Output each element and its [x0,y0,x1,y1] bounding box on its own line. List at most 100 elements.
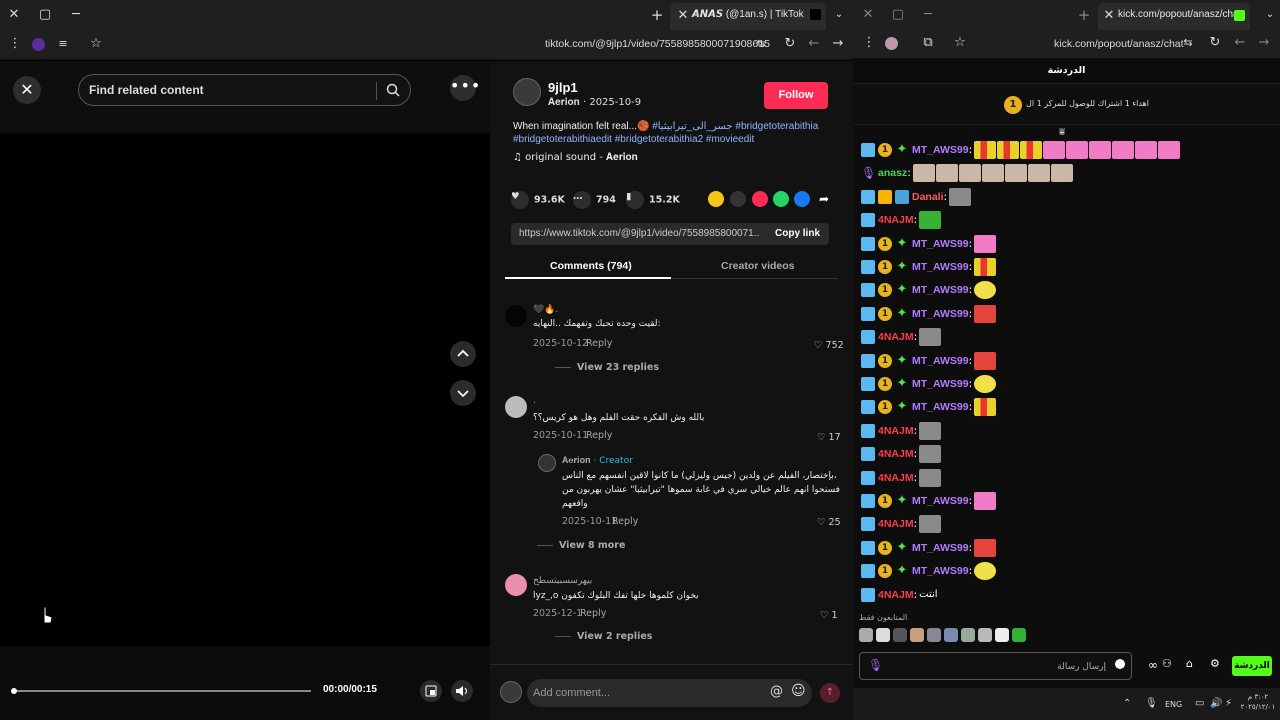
badge-star-icon[interactable]: ✦ [895,143,909,157]
chat-username[interactable]: MT_AWS99 [912,401,969,413]
creator-reply-avatar[interactable] [538,454,556,472]
tab-close-icon[interactable]: ✕ [676,9,690,23]
tray-up-icon[interactable]: ⌃ [1123,698,1131,709]
emote-button[interactable] [859,628,873,642]
emote-bars[interactable] [974,398,997,417]
post-comment-button[interactable]: ↑ [820,683,840,703]
share-arrow-icon[interactable]: ➦ [816,191,832,207]
window-maximize-icon[interactable]: ▢ [38,8,52,22]
creator-username[interactable]: 9jlp1 [548,80,578,95]
badge-star-icon[interactable]: ✦ [895,260,909,274]
mic-icon[interactable]: 🎙 [868,658,883,672]
emote-grey[interactable] [919,445,942,464]
creator-reply-name[interactable]: 𝐀𝐞𝐫𝐢𝐨𝐧 · Creator [562,456,633,466]
related-search-input[interactable] [89,82,369,98]
commenter-name[interactable]: . [533,396,536,406]
badge-sub-icon[interactable]: 1 [878,306,892,321]
emote-pink[interactable] [974,234,997,253]
menu-dots-icon[interactable]: ⋮ [862,36,876,50]
emote-face[interactable] [912,164,935,183]
site-settings-icon[interactable]: ⇆ [1181,36,1195,50]
commenter-avatar[interactable] [505,574,527,596]
chat-username[interactable]: MT_AWS99 [912,495,969,507]
badge-star-icon[interactable]: ✦ [895,306,909,321]
mention-icon[interactable]: @ [770,684,783,699]
emote-button[interactable] [927,628,941,642]
emote-button[interactable] [961,628,975,642]
commenter-avatar[interactable] [505,305,527,327]
profile-avatar-icon[interactable] [885,37,898,50]
reply-button[interactable]: Reply [586,430,612,441]
save-stat[interactable]: ▮ 15.2K [626,191,680,209]
chat-username[interactable]: 4NAJM [878,472,914,484]
badge-mod-icon[interactable] [861,189,875,204]
badge-mod-icon[interactable] [861,353,875,368]
extensions-icon[interactable]: ⧉ [921,36,935,50]
emote-yellow[interactable] [974,281,997,300]
settings-gear-icon[interactable]: ⚙ [1210,657,1220,670]
badge-mod-icon[interactable] [861,213,875,228]
emote-pink[interactable] [1112,141,1135,159]
profile-avatar-icon[interactable] [32,38,45,51]
reply-button[interactable]: Reply [612,516,638,527]
chat-username[interactable]: 4NAJM [878,518,914,530]
store-icon[interactable]: ⌂ [1186,657,1193,670]
badge-sub-icon[interactable]: 1 [878,353,892,368]
close-video-button[interactable]: ✕ [13,76,41,104]
back-icon[interactable]: → [1257,36,1271,50]
comment-stat[interactable]: … 794 [573,191,616,209]
infinity-icon[interactable]: ∞ [1148,658,1158,672]
badge-sub-icon[interactable]: 1 [878,494,892,508]
commenter-name[interactable]: 🖤🔥. [533,305,558,315]
chat-username[interactable]: 4NAJM [878,589,914,601]
chat-username[interactable]: MT_AWS99 [912,144,969,156]
badge-sub-icon[interactable]: 1 [878,564,892,579]
commenter-name[interactable]: بيهرسسبيتسطح [533,576,592,586]
badge-mod-icon[interactable] [861,447,875,462]
badge-star-icon[interactable]: ✦ [895,283,909,297]
emote-bars[interactable] [1020,141,1043,159]
emote-pink[interactable] [1089,141,1112,159]
tray-mic-icon[interactable]: 🎙 [1145,698,1158,709]
emote-grey[interactable] [919,468,942,487]
window-maximize-icon[interactable]: ▢ [891,8,905,22]
chat-input-box[interactable]: 🎙 [859,652,1132,680]
copy-link-button[interactable]: Copy link [775,228,820,239]
reload-icon[interactable]: ↻ [1208,36,1222,50]
emote-face[interactable] [1027,164,1050,183]
emote-red[interactable] [974,304,997,323]
miniplayer-button[interactable] [420,680,442,702]
emote-grey[interactable] [919,328,942,347]
emote-pink[interactable] [1158,141,1181,159]
view-replies-button[interactable]: View 23 replies [555,362,659,373]
badge-crown-icon[interactable] [878,189,892,204]
badge-mod-icon[interactable] [861,377,875,391]
hashtag-link[interactable]: #جسر_الى_تيرابيثيا [652,121,732,132]
embed-icon[interactable] [730,191,746,207]
badge-mod-icon[interactable] [861,236,875,251]
chat-username[interactable]: MT_AWS99 [912,542,969,554]
badge-mod-icon[interactable] [861,423,875,438]
badge-mod-icon[interactable] [861,260,875,274]
emote-pink[interactable] [974,492,997,510]
chat-username[interactable]: 4NAJM [878,331,914,343]
window-close-icon[interactable]: ✕ [7,8,21,22]
emote-face[interactable] [981,164,1004,183]
emote-bars[interactable] [974,258,997,276]
reload-icon[interactable]: ↻ [783,37,797,51]
tray-volume-icon[interactable]: 🔊 [1210,698,1222,709]
badge-mod-icon[interactable] [861,587,875,602]
tab-list-chevron-icon[interactable]: ⌄ [1263,8,1277,22]
chat-username[interactable]: MT_AWS99 [912,355,969,367]
badge-vip-icon[interactable] [895,189,909,204]
bookmark-star-icon[interactable]: ☆ [89,37,103,51]
url-text[interactable]: tiktok.com/@9jlp1/video/7558985800071908… [545,38,770,50]
emoji-picker-icon[interactable] [1115,659,1125,669]
view-more-button[interactable]: View 8 more [537,540,625,551]
tab-comments[interactable]: Comments (794) [550,260,632,272]
emote-button[interactable] [944,628,958,642]
badge-star-icon[interactable]: ✦ [895,236,909,251]
badge-mod-icon[interactable] [861,517,875,532]
emote-bars[interactable] [974,141,997,159]
previous-video-button[interactable] [450,341,476,367]
